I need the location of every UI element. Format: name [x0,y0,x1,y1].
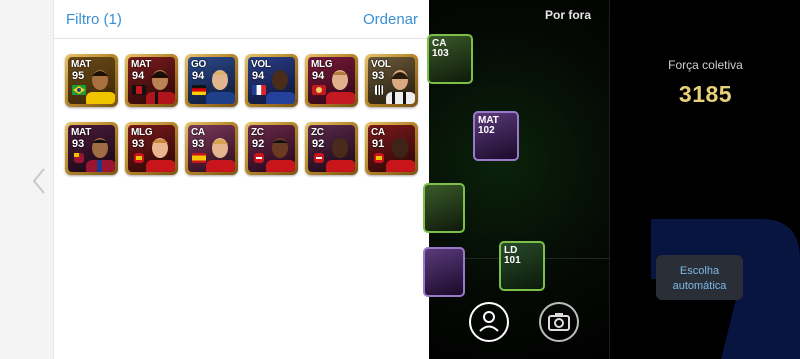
player-rating: 95 [72,70,85,82]
barcelona-crest-icon [74,153,84,163]
player-card[interactable]: MLG 93 [125,122,178,175]
field-player-card[interactable] [423,247,465,297]
player-portrait [386,138,415,172]
player-card[interactable]: MAT 93 [65,122,118,175]
team-strength-value: 3185 [678,81,733,107]
field-line [609,0,610,359]
player-position: ZC [311,127,324,138]
field-player-card[interactable] [423,183,465,233]
spain-flag-icon [192,153,206,163]
player-rating: 92 [252,138,265,150]
player-card[interactable]: MAT 94 [125,54,178,107]
player-portrait [266,138,295,172]
field-player-card[interactable]: LD 101 [499,241,545,291]
player-portrait [206,138,235,172]
player-position: ZC [251,127,264,138]
field-player-card[interactable]: MAT 102 [473,111,519,161]
player-rating: 94 [132,70,145,82]
player-card[interactable]: GO 94 [185,54,238,107]
player-portrait [146,70,175,104]
player-portrait [86,70,115,104]
player-position: MLG [131,127,153,138]
player-rating: 91 [372,138,385,150]
screenshot-button[interactable] [539,302,579,342]
player-portrait [326,138,355,172]
player-rating: 94 [192,70,205,82]
player-card[interactable]: VOL 93 [365,54,418,107]
player-card[interactable]: ZC 92 [245,122,298,175]
filter-button[interactable]: Filtro (1) [66,11,122,28]
player-selection-panel: Filtro (1) Ordenar MAT 95 MAT 94 GO 94 V… [53,0,430,359]
team-strength-label: Força coletiva [668,58,743,72]
player-card[interactable]: VOL 94 [245,54,298,107]
arsenal-crest-icon [254,153,264,163]
player-portrait [86,138,115,172]
camera-icon [548,313,570,331]
player-position: VOL [251,59,271,70]
player-rating: 101 [504,255,521,266]
player-position: MAT [131,59,152,70]
player-rating: 103 [432,48,449,59]
player-rating: 93 [132,138,145,150]
field-player-card[interactable]: CA 103 [427,34,473,84]
player-position: CA [371,127,385,138]
liverpool-crest-icon [312,85,326,95]
player-card[interactable]: MAT 95 [65,54,118,107]
player-portrait [266,70,295,104]
player-view-button[interactable] [469,302,509,342]
france-flag-icon [252,85,266,95]
player-position: MAT [71,59,92,70]
player-portrait [326,70,355,104]
brazil-flag-icon [72,85,86,95]
player-rating: 93 [192,138,205,150]
person-icon [479,311,499,332]
player-rating: 93 [72,138,85,150]
arsenal-crest-icon [314,153,324,163]
formation-field: Por fora CA 103 MAT 102 LD 101 [423,0,610,359]
left-strip [0,0,53,359]
player-position: MAT [71,127,92,138]
player-position: CA [191,127,205,138]
chevron-left-icon[interactable] [30,166,50,196]
player-card[interactable]: CA 91 [365,122,418,175]
player-rating: 102 [478,125,495,136]
player-card[interactable]: MLG 94 [305,54,358,107]
player-rating: 94 [252,70,265,82]
bench-label: Por fora [545,8,592,22]
player-portrait [386,70,415,104]
germany-flag-icon [192,85,206,95]
manutd-crest-icon [134,153,144,163]
player-position: VOL [371,59,391,70]
player-portrait [146,138,175,172]
player-rating: 92 [312,138,325,150]
team-info-panel: Força coletiva 3185 Escolha automática [611,0,800,359]
auto-select-button[interactable]: Escolha automática [656,255,743,300]
sort-button[interactable]: Ordenar [363,11,418,28]
player-card[interactable]: CA 93 [185,122,238,175]
panel-header: Filtro (1) Ordenar [54,0,430,39]
manutd-crest-icon [374,153,384,163]
milan-crest-icon [132,85,146,95]
player-rating: 93 [372,70,385,82]
player-portrait [206,70,235,104]
juventus-crest-icon [375,85,383,95]
player-position: MLG [311,59,333,70]
player-rating: 94 [312,70,325,82]
player-position: GO [191,59,206,70]
player-card[interactable]: ZC 92 [305,122,358,175]
